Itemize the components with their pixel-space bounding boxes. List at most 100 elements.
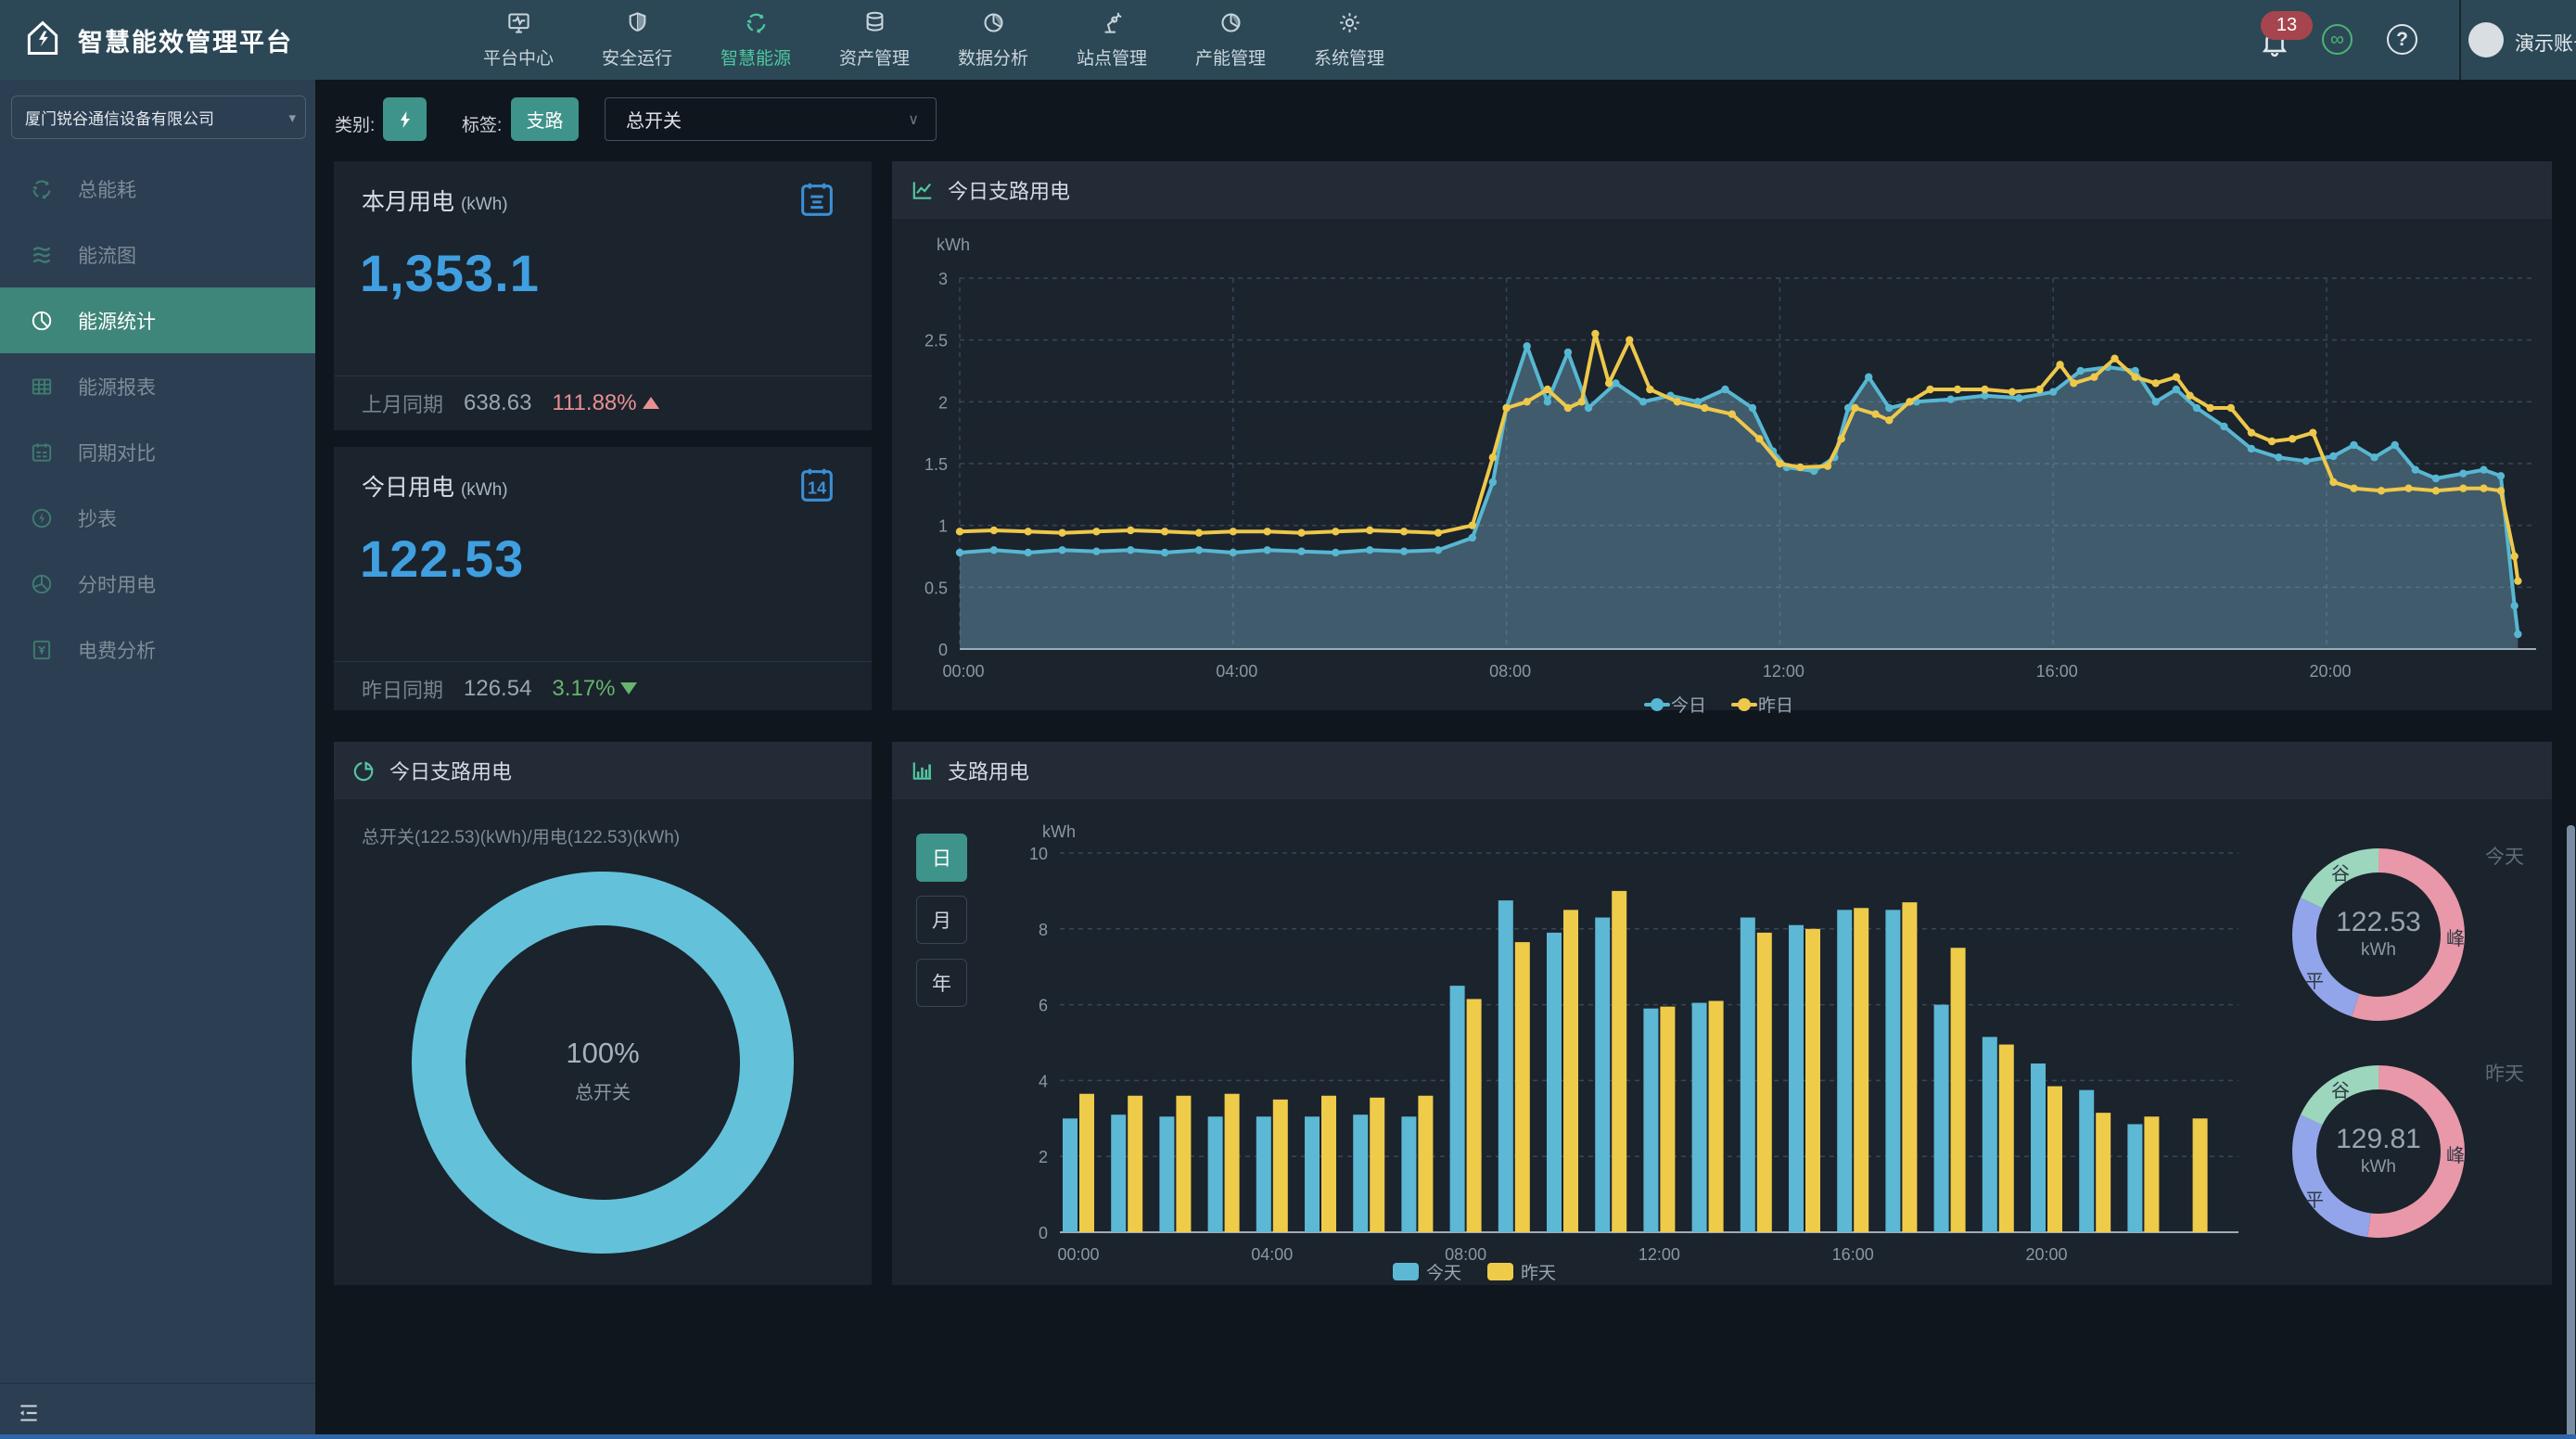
today-branch-line-card: 今日支路用电 kWh 00.511.522.5300:0004:0008:001… <box>892 161 2552 710</box>
sidebar-item-tou-power[interactable]: 分时用电 <box>0 551 315 617</box>
month-compare-value: 638.63 <box>464 390 531 416</box>
recycle-icon <box>744 10 769 40</box>
page-scrollbar[interactable] <box>2567 825 2575 1439</box>
month-card-title: 本月用电 <box>362 189 454 215</box>
account-name[interactable]: 演示账号 <box>2515 29 2576 57</box>
top-nav: 智慧能效管理平台 平台中心 安全运行 智慧能源 资产管理 数据分析 站点管理 <box>0 0 2576 80</box>
svg-text:14: 14 <box>808 479 827 498</box>
today-usage-value: 122.53 <box>360 528 524 589</box>
sidebar-item-period-compare[interactable]: 同期对比 <box>0 419 315 485</box>
tag-branch-button[interactable]: 支路 <box>511 97 579 141</box>
nav-item-platform[interactable]: 平台中心 <box>459 0 578 80</box>
mini-donut-today-title: 今天 <box>2485 842 2524 870</box>
legend-dot-today <box>1651 698 1664 711</box>
chevron-down-icon: ▾ <box>288 109 296 126</box>
svg-text:0.5: 0.5 <box>925 579 948 597</box>
help-icon[interactable]: ? <box>2387 24 2417 55</box>
today-compare-value: 126.54 <box>464 676 531 702</box>
slice-label-valley: 谷 <box>2331 859 2350 885</box>
today-branch-donut-card: 今日支路用电 总开关(122.53)(kWh)/用电(122.53)(kWh) … <box>334 742 872 1285</box>
nav-item-safety[interactable]: 安全运行 <box>578 0 696 80</box>
home-bolt-icon <box>22 18 63 63</box>
monitor-icon <box>506 10 531 40</box>
svg-text:12:00: 12:00 <box>1763 662 1804 681</box>
svg-text:2: 2 <box>938 393 948 412</box>
today-usage-card: 今日用电 (kWh) 14 122.53 昨日同期 126.54 3.17% <box>334 447 872 710</box>
lightning-icon <box>394 108 416 131</box>
shield-icon <box>625 10 650 40</box>
company-select[interactable]: 厦门锐谷通信设备有限公司 ▾ <box>11 96 306 139</box>
mini-donut-yesterday-title: 昨天 <box>2485 1059 2524 1087</box>
mini-donut-yesterday-center: 129.81 kWh <box>2304 1124 2453 1178</box>
nav-item-system[interactable]: 系统管理 <box>1290 0 1409 80</box>
svg-text:00:00: 00:00 <box>1057 1245 1099 1261</box>
sidebar-item-meter-reading[interactable]: 抄表 <box>0 485 315 551</box>
line-chart-icon <box>911 178 935 202</box>
sidebar-item-energy-flow[interactable]: 能流图 <box>0 222 315 287</box>
today-card-unit: (kWh) <box>461 480 508 500</box>
slice-label-flat: 平 <box>2305 1185 2324 1212</box>
bill-icon <box>30 638 54 662</box>
category-label: 类别: <box>335 111 375 136</box>
legend-today[interactable]: 今日 <box>1651 692 1706 717</box>
nav-item-analysis[interactable]: 数据分析 <box>934 0 1052 80</box>
switch-select[interactable]: 总开关 ∨ <box>605 97 937 141</box>
mini-donut-today-center: 122.53 kWh <box>2304 907 2453 961</box>
svg-text:12:00: 12:00 <box>1639 1245 1680 1261</box>
svg-text:8: 8 <box>1039 921 1048 939</box>
feedback-icon[interactable]: ∞ <box>2322 24 2353 55</box>
nav-item-sites[interactable]: 站点管理 <box>1052 0 1171 80</box>
svg-text:00:00: 00:00 <box>942 662 984 681</box>
clipboard-calendar-icon <box>796 178 838 225</box>
svg-text:1.5: 1.5 <box>925 455 948 474</box>
month-usage-card: 本月用电 (kWh) 1,353.1 上月同期 638.63 111.88% <box>334 161 872 430</box>
month-compare-label: 上月同期 <box>362 388 443 418</box>
svg-text:04:00: 04:00 <box>1216 662 1257 681</box>
pie-icon <box>1218 10 1243 40</box>
sidebar-item-tariff-analysis[interactable]: 电费分析 <box>0 617 315 682</box>
sidebar: 厦门锐谷通信设备有限公司 ▾ 总能耗 能流图 能源统计 能源报表 同期对比 抄表 <box>0 80 315 1439</box>
nav-item-assets[interactable]: 资产管理 <box>815 0 934 80</box>
notification-badge[interactable]: 13 <box>2261 11 2313 40</box>
category-electric-button[interactable] <box>383 97 427 141</box>
pie-icon <box>981 10 1006 40</box>
app-logo: 智慧能效管理平台 <box>22 0 293 80</box>
bar-chart-icon <box>911 758 935 783</box>
svg-text:16:00: 16:00 <box>2036 662 2078 681</box>
slice-label-peak: 峰 <box>2446 923 2465 950</box>
calendar-day-icon: 14 <box>796 464 838 511</box>
today-compare-label: 昨日同期 <box>362 674 443 704</box>
legend-bar-today[interactable]: 今天 <box>1393 1259 1461 1284</box>
sidebar-item-total-energy[interactable]: 总能耗 <box>0 156 315 222</box>
today-percent-badge: 3.17% <box>552 676 637 702</box>
nav-item-energy[interactable]: 智慧能源 <box>696 0 815 80</box>
sidebar-item-energy-stats[interactable]: 能源统计 <box>0 287 315 353</box>
avatar[interactable] <box>2468 22 2504 57</box>
tag-label: 标签: <box>462 111 502 136</box>
svg-text:2: 2 <box>1039 1148 1048 1166</box>
month-percent-badge: 111.88% <box>552 390 658 416</box>
svg-text:1: 1 <box>938 517 948 536</box>
calendar-icon <box>30 440 54 465</box>
svg-text:3: 3 <box>938 270 948 288</box>
legend-yesterday[interactable]: 昨日 <box>1738 692 1793 717</box>
legend-dot-yesterday <box>1738 698 1751 711</box>
nav-item-capacity[interactable]: 产能管理 <box>1171 0 1290 80</box>
svg-text:0: 0 <box>938 641 948 659</box>
sidebar-item-energy-report[interactable]: 能源报表 <box>0 353 315 419</box>
svg-text:10: 10 <box>1029 845 1048 863</box>
svg-text:04:00: 04:00 <box>1251 1245 1293 1261</box>
trend-up-icon <box>643 397 659 409</box>
flow-icon <box>30 243 54 267</box>
legend-bar-yesterday[interactable]: 昨天 <box>1487 1259 1556 1284</box>
bottom-edge-bar <box>0 1434 2576 1439</box>
bar-chart-legend: 今天 昨天 <box>1393 1259 1556 1284</box>
svg-text:2.5: 2.5 <box>925 332 948 350</box>
bolt-circle-icon <box>30 506 54 530</box>
filter-bar: 类别: 标签: 支路 总开关 ∨ <box>315 80 2576 161</box>
line-card-title: 今日支路用电 <box>948 175 1070 205</box>
sidebar-collapse-icon[interactable] <box>17 1401 41 1430</box>
svg-text:6: 6 <box>1039 997 1048 1015</box>
robot-arm-icon <box>1100 10 1125 40</box>
svg-text:20:00: 20:00 <box>2309 662 2351 681</box>
